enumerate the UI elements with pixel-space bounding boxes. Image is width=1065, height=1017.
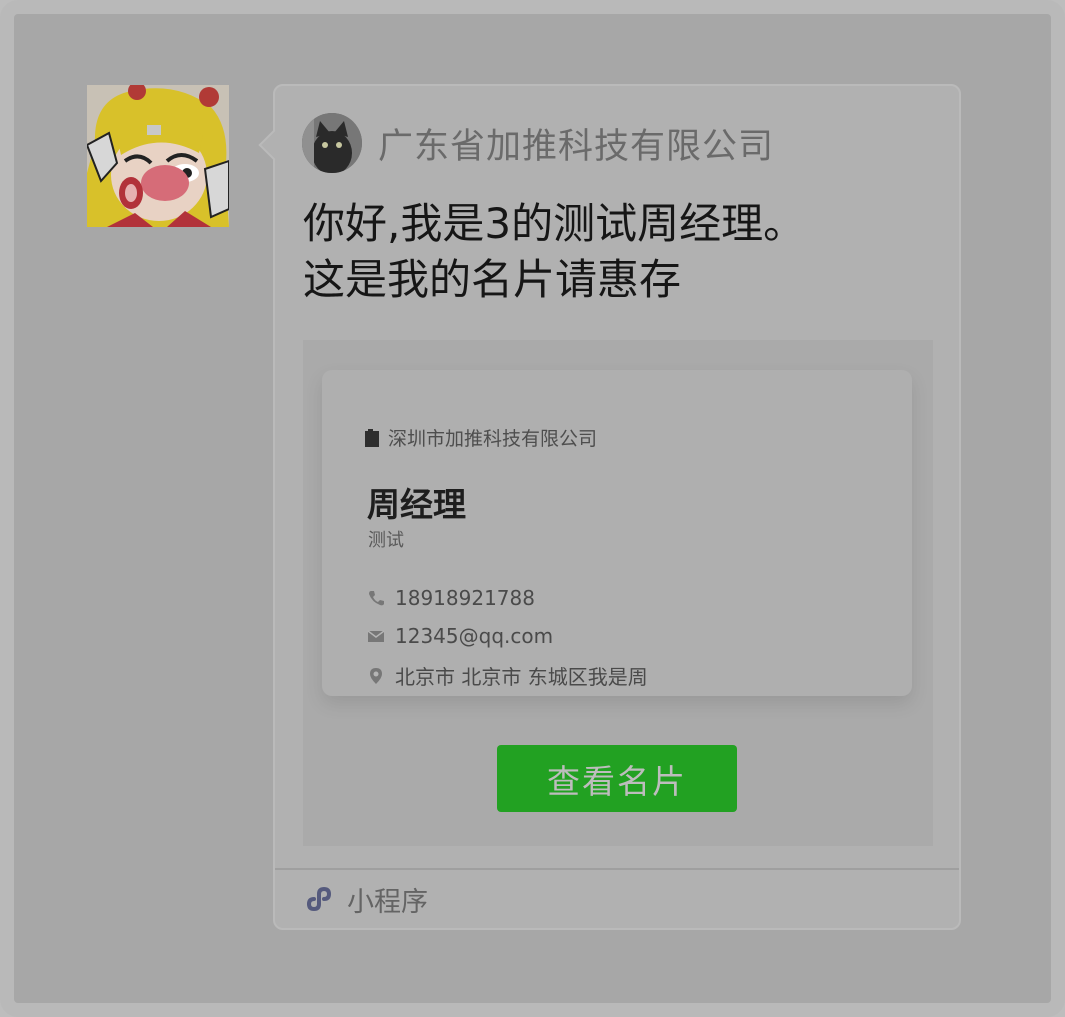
company-avatar [302,113,362,173]
card-preview-area[interactable]: 深圳市加推科技有限公司 周经理 测试 18918921788 12345@qq.… [303,340,933,846]
bubble-tail [258,129,290,161]
card-company-row: 深圳市加推科技有限公司 [364,424,597,451]
card-company-name: 深圳市加推科技有限公司 [388,428,598,450]
card-person-name: 周经理 [367,485,466,524]
mini-program-message-bubble[interactable]: 广东省加推科技有限公司 你好,我是3的测试周经理。 这是我的名片请惠存 深圳市加… [258,84,961,930]
location-pin-icon [370,667,382,684]
mini-program-icon [307,886,332,912]
sender-company-name: 广东省加推科技有限公司 [378,126,775,167]
card-job-title: 测试 [368,530,404,551]
cat-avatar-image [302,113,362,173]
view-card-button[interactable]: 查看名片 [497,745,737,812]
message-header: 广东省加推科技有限公司 [302,112,774,174]
mini-program-footer: 小程序 [275,868,959,928]
building-icon [365,428,379,447]
business-card[interactable]: 深圳市加推科技有限公司 周经理 测试 18918921788 12345@qq.… [322,370,912,696]
card-address: 北京市 北京市 东城区我是周 [395,665,648,689]
mini-program-label: 小程序 [347,886,428,918]
message-text: 你好,我是3的测试周经理。 这是我的名片请惠存 [303,199,806,304]
card-phone: 18918921788 [395,586,535,610]
chat-screen: 广东省加推科技有限公司 你好,我是3的测试周经理。 这是我的名片请惠存 深圳市加… [0,0,1065,1017]
cartoon-avatar-image [87,85,229,227]
email-icon [367,630,385,642]
card-email-row: 12345@qq.com [367,624,553,648]
sender-avatar[interactable] [87,85,229,227]
phone-icon [369,591,384,606]
card-phone-row: 18918921788 [367,586,535,610]
card-address-row: 北京市 北京市 东城区我是周 [367,661,648,690]
card-email: 12345@qq.com [395,624,554,648]
